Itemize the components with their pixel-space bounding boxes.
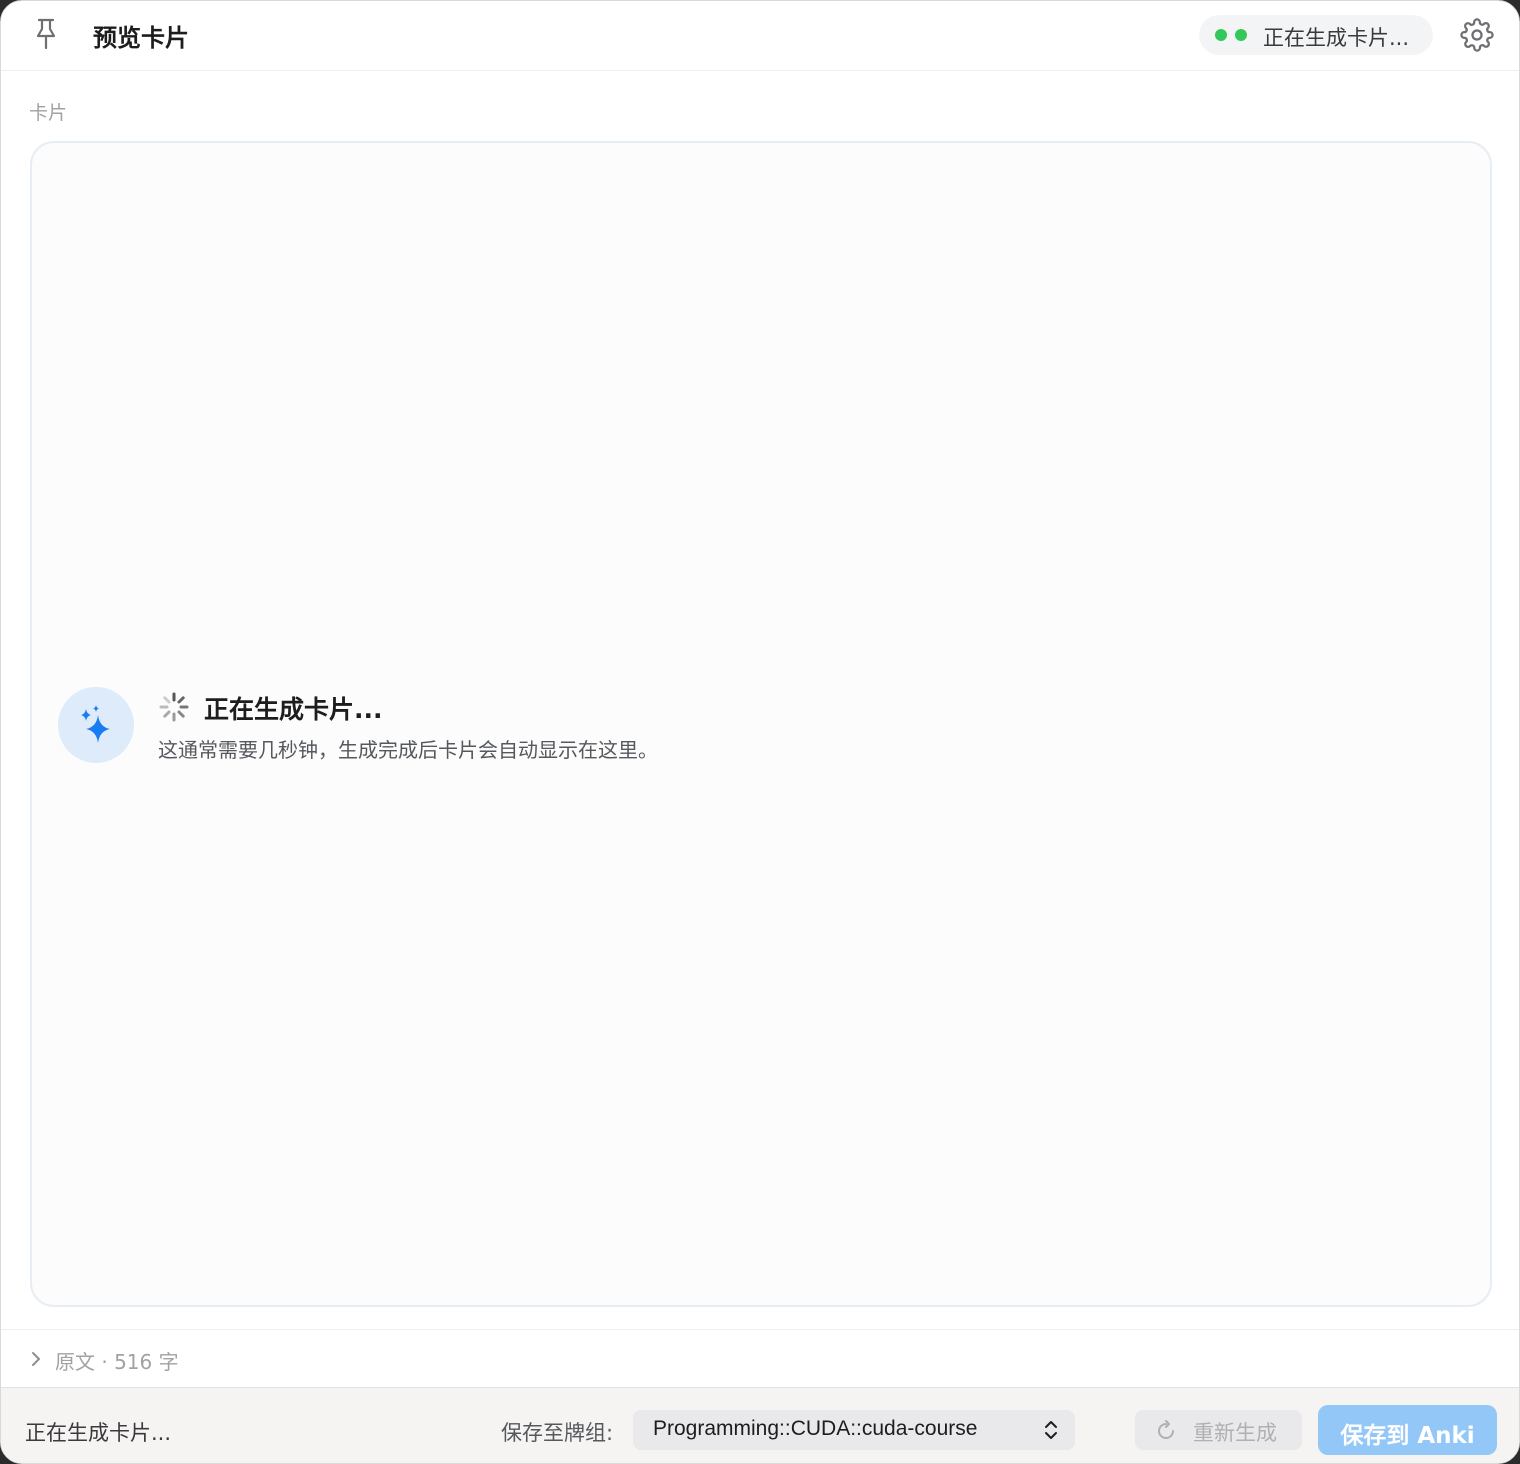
preview-window: 预览卡片 正在生成卡片... 卡片 正在生成卡片... 这通常需要几秒钟，生成完… [0, 0, 1520, 1464]
deck-label: 保存至牌组: [501, 1421, 614, 1445]
spinner-icon [158, 691, 190, 723]
section-label: 卡片 [29, 102, 68, 124]
loading-subtitle: 这通常需要几秒钟，生成完成后卡片会自动显示在这里。 [158, 738, 658, 762]
gear-icon[interactable] [1460, 18, 1494, 52]
save-to-anki-button[interactable]: 保存到 Anki [1318, 1405, 1497, 1455]
refresh-icon [1155, 1420, 1177, 1442]
status-badge: 正在生成卡片... [1199, 15, 1433, 55]
pin-icon[interactable] [31, 17, 61, 51]
chevron-up-down-icon [1043, 1419, 1059, 1441]
status-text: 正在生成卡片... [1263, 26, 1410, 50]
deck-select-value: Programming::CUDA::cuda-course [653, 1417, 978, 1440]
save-to-anki-label: 保存到 Anki [1340, 1423, 1475, 1449]
regenerate-label: 重新生成 [1193, 1421, 1277, 1445]
page-title: 预览卡片 [93, 24, 189, 52]
deck-select[interactable]: Programming::CUDA::cuda-course [633, 1410, 1075, 1450]
loading-title: 正在生成卡片... [204, 695, 383, 724]
original-text-toggle[interactable]: 原文 · 516 字 [1, 1329, 1519, 1387]
card-preview-area: 正在生成卡片... 这通常需要几秒钟，生成完成后卡片会自动显示在这里。 [30, 141, 1492, 1307]
footer-bar: 正在生成卡片... 保存至牌组: Programming::CUDA::cuda… [1, 1387, 1519, 1463]
footer-status-text: 正在生成卡片... [25, 1421, 172, 1445]
regenerate-button[interactable]: 重新生成 [1135, 1410, 1302, 1450]
chevron-right-icon [29, 1350, 43, 1368]
window-header: 预览卡片 正在生成卡片... [1, 1, 1519, 71]
sparkles-icon [81, 705, 110, 743]
status-dot [1235, 29, 1247, 41]
sparkles-badge [58, 687, 134, 763]
original-text-label: 原文 · 516 字 [55, 1350, 179, 1374]
status-dot [1215, 29, 1227, 41]
